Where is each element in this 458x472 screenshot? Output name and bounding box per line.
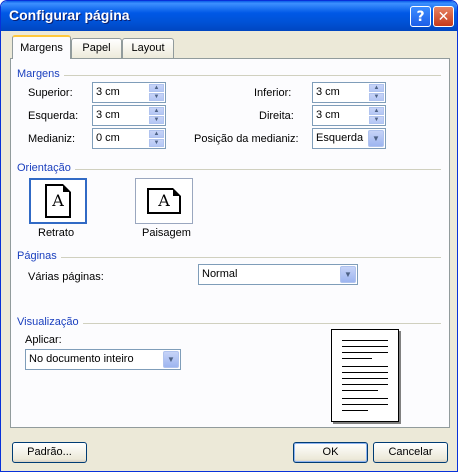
medianiz-label: Medianiz: bbox=[28, 133, 76, 145]
apply-value: No documento inteiro bbox=[29, 353, 134, 365]
landscape-glyph: A bbox=[158, 191, 170, 210]
cancel-button[interactable]: Cancelar bbox=[373, 442, 448, 463]
section-divider bbox=[79, 323, 441, 324]
esquerda-value: 3 cm bbox=[96, 109, 120, 121]
dialog-title: Configurar página bbox=[9, 7, 130, 23]
chevron-down-icon[interactable]: ▼ bbox=[163, 351, 179, 368]
esquerda-input[interactable]: 3 cm ▲ ▼ bbox=[92, 105, 166, 126]
posicao-medianiz-value: Esquerda bbox=[316, 132, 364, 144]
help-icon: ? bbox=[416, 8, 425, 25]
portrait-label: Retrato bbox=[38, 227, 75, 239]
inferior-input[interactable]: 3 cm ▲ ▼ bbox=[312, 82, 386, 103]
multiple-pages-label: Várias páginas: bbox=[28, 271, 104, 283]
landscape-label: Paisagem bbox=[142, 227, 191, 239]
esquerda-label: Esquerda: bbox=[28, 110, 79, 122]
section-divider bbox=[61, 75, 441, 76]
tab-label: Layout bbox=[131, 42, 165, 54]
apply-label: Aplicar: bbox=[25, 334, 62, 346]
chevron-down-icon[interactable]: ▼ bbox=[368, 130, 384, 147]
page-preview bbox=[331, 329, 399, 422]
posicao-medianiz-select[interactable]: Esquerda ▼ bbox=[312, 128, 386, 149]
page-setup-dialog: Configurar página ? ✕ Margens Papel Layo… bbox=[0, 0, 458, 472]
spin-arrows-icon[interactable]: ▲ ▼ bbox=[149, 84, 164, 101]
landscape-button[interactable]: A bbox=[135, 178, 193, 224]
direita-label: Direita: bbox=[259, 110, 294, 122]
margins-section-label: Margens bbox=[17, 68, 64, 80]
tab-papel[interactable]: Papel bbox=[71, 38, 122, 59]
close-icon: ✕ bbox=[437, 8, 450, 25]
multiple-pages-select[interactable]: Normal ▼ bbox=[198, 264, 358, 285]
default-button-label: Padrão... bbox=[27, 446, 72, 458]
portrait-page-icon: A bbox=[45, 184, 71, 218]
ok-button-label: OK bbox=[322, 446, 339, 458]
direita-input[interactable]: 3 cm ▲ ▼ bbox=[312, 105, 386, 126]
posicao-medianiz-label: Posição da medianiz: bbox=[194, 133, 299, 145]
multiple-pages-value: Normal bbox=[202, 268, 238, 280]
medianiz-input[interactable]: 0 cm ▲ ▼ bbox=[92, 128, 166, 149]
spin-arrows-icon[interactable]: ▲ ▼ bbox=[369, 84, 384, 101]
spin-arrows-icon[interactable]: ▲ ▼ bbox=[369, 107, 384, 124]
spin-arrows-icon[interactable]: ▲ ▼ bbox=[149, 107, 164, 124]
tab-label: Papel bbox=[82, 42, 111, 54]
superior-input[interactable]: 3 cm ▲ ▼ bbox=[92, 82, 166, 103]
tab-margens[interactable]: Margens bbox=[12, 35, 71, 59]
inferior-label: Inferior: bbox=[254, 87, 292, 99]
section-divider bbox=[61, 257, 441, 258]
title-bar[interactable]: Configurar página ? ✕ bbox=[1, 1, 457, 31]
tab-label: Margens bbox=[20, 42, 63, 54]
preview-section-label: Visualização bbox=[17, 316, 83, 328]
tab-layout[interactable]: Layout bbox=[122, 38, 174, 59]
pages-section-label: Páginas bbox=[17, 250, 61, 262]
cancel-button-label: Cancelar bbox=[388, 446, 433, 458]
help-button[interactable]: ? bbox=[410, 6, 431, 27]
landscape-page-icon: A bbox=[147, 188, 181, 214]
orientation-section-label: Orientação bbox=[17, 162, 75, 174]
spin-arrows-icon[interactable]: ▲ ▼ bbox=[149, 130, 164, 147]
default-button[interactable]: Padrão... bbox=[12, 442, 87, 463]
chevron-down-icon[interactable]: ▼ bbox=[340, 266, 356, 283]
superior-label: Superior: bbox=[28, 87, 73, 99]
superior-value: 3 cm bbox=[96, 86, 120, 98]
apply-select[interactable]: No documento inteiro ▼ bbox=[25, 349, 181, 370]
direita-value: 3 cm bbox=[316, 109, 340, 121]
portrait-glyph: A bbox=[52, 191, 64, 210]
inferior-value: 3 cm bbox=[316, 86, 340, 98]
close-button[interactable]: ✕ bbox=[433, 6, 454, 27]
medianiz-value: 0 cm bbox=[96, 132, 120, 144]
ok-button[interactable]: OK bbox=[293, 442, 368, 463]
section-divider bbox=[75, 169, 441, 170]
portrait-button[interactable]: A bbox=[29, 178, 87, 224]
